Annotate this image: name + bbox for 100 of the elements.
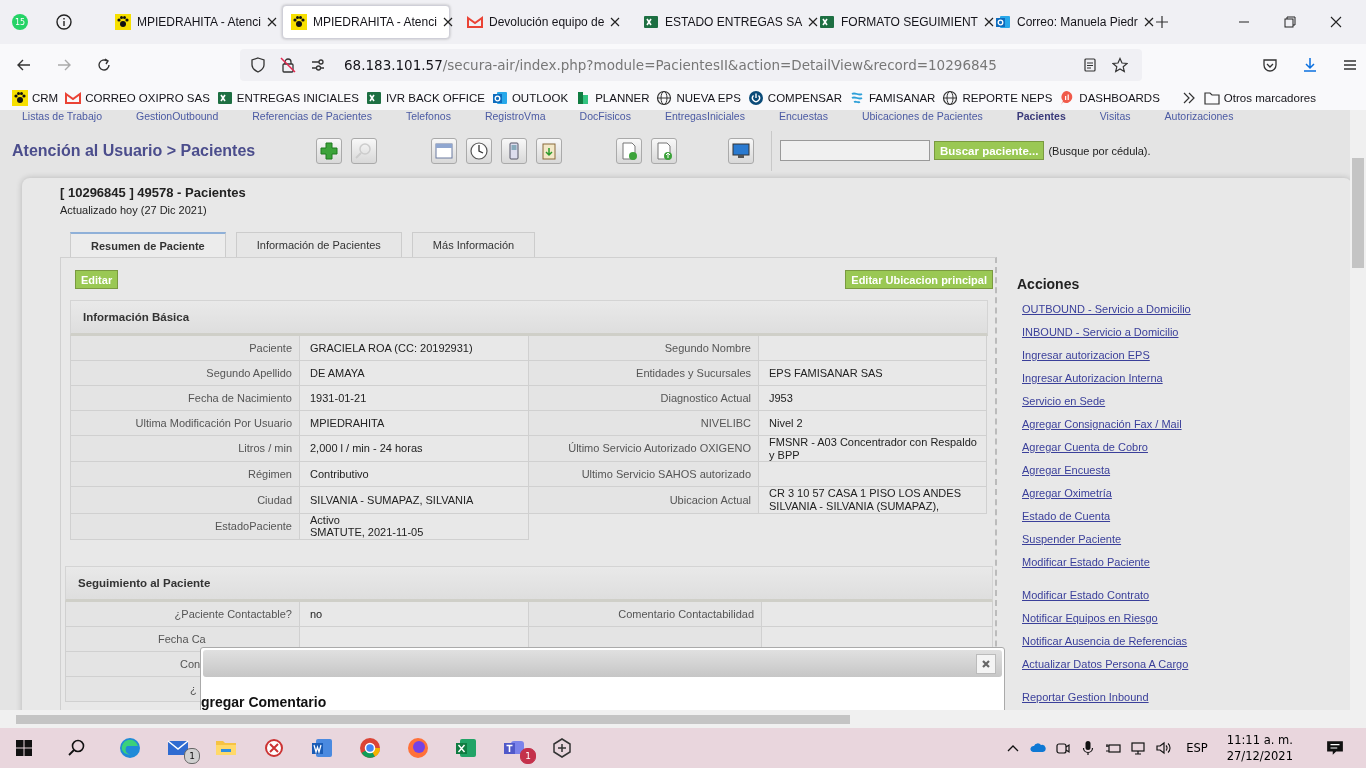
action-link[interactable]: Estado de Cuenta — [1017, 505, 1191, 528]
bookmark[interactable]: PLANNER — [575, 90, 650, 106]
new-tab-icon[interactable] — [1154, 14, 1170, 30]
monitor-button[interactable] — [728, 137, 754, 164]
shield-icon[interactable] — [250, 57, 266, 73]
camera-icon[interactable] — [1055, 740, 1072, 756]
nav-link[interactable]: DocFisicos — [557, 110, 631, 123]
close-icon[interactable] — [442, 17, 453, 27]
field-value: 2,000 l / min - 24 horas — [300, 436, 529, 463]
doc-down-button[interactable] — [616, 137, 642, 164]
close-icon[interactable] — [610, 17, 621, 27]
reader-view-icon[interactable] — [1082, 57, 1098, 73]
browser-icon[interactable] — [406, 736, 430, 760]
browser-tab[interactable]: ESTADO ENTREGAS SA — [634, 5, 802, 39]
action-link[interactable]: Actualizar Datos Persona A Cargo — [1017, 653, 1191, 676]
action-link[interactable]: Agregar Consignación Fax / Mail — [1017, 413, 1191, 436]
action-link[interactable]: Ingresar Autorizacion Interna — [1017, 367, 1191, 390]
menu-icon[interactable] — [1342, 57, 1358, 73]
start-icon[interactable] — [14, 738, 34, 758]
close-icon[interactable] — [1143, 17, 1154, 27]
field-value: CR 3 10 57 CASA 1 PISO LOS ANDES SILVANIA - SILVANIA (SUMAPAZ), — [759, 487, 987, 514]
clock[interactable]: 11:11 a. m. 27/12/2021 — [1226, 732, 1293, 764]
restore-icon[interactable] — [1282, 14, 1298, 30]
browser-icon[interactable] — [118, 736, 142, 760]
record-tab[interactable]: Más Información — [411, 232, 536, 257]
download-icon[interactable] — [1302, 57, 1318, 73]
nav-link[interactable]: Telefonos — [383, 110, 451, 123]
nav-link[interactable]: Visitas — [1077, 110, 1131, 123]
search-icon[interactable] — [67, 738, 87, 758]
horizontal-scrollbar[interactable] — [0, 710, 1366, 728]
action-link[interactable]: Agregar Oximetría — [1017, 482, 1191, 505]
address-bar[interactable]: 68.183.101.57/secura-air/index.php?module=PacientesII&action=DetailView&record=10296845 — [240, 49, 1142, 81]
bookmark[interactable]: CRM — [12, 90, 59, 106]
info-icon[interactable] — [56, 14, 72, 30]
action-link[interactable]: Modificar Estado Contrato — [1017, 584, 1191, 607]
close-icon[interactable] — [1328, 14, 1344, 30]
nav-link[interactable]: RegistroVma — [462, 110, 546, 123]
browser-icon[interactable] — [358, 736, 382, 760]
action-link[interactable]: Notificar Ausencia de Referencias — [1017, 630, 1191, 653]
action-link[interactable]: INBOUND - Servicio a Domicilio — [1017, 321, 1191, 344]
language-indicator[interactable]: ESP — [1186, 741, 1208, 755]
action-link[interactable]: Agregar Cuenta de Cobro — [1017, 436, 1191, 459]
record-tab[interactable]: Información de Pacientes — [235, 232, 402, 257]
pocket-icon[interactable] — [1262, 57, 1278, 73]
back-icon[interactable] — [16, 57, 32, 73]
bookmark[interactable]: ENTREGAS INICIALES — [216, 90, 359, 106]
bookmark-folder[interactable]: Otros marcadores — [1203, 90, 1316, 106]
action-link[interactable]: Modificar Estado Paciente — [1017, 551, 1191, 574]
action-link[interactable]: Notificar Equipos en Riesgo — [1017, 607, 1191, 630]
nav-link[interactable]: EntregasIniciales — [642, 110, 745, 123]
permissions-icon[interactable] — [310, 57, 326, 73]
close-icon[interactable] — [983, 17, 994, 27]
action-link[interactable]: Servicio en Sede — [1017, 390, 1191, 413]
star-icon[interactable] — [1112, 57, 1128, 73]
action-link[interactable]: OUTBOUND - Servicio a Domicilio — [1017, 298, 1191, 321]
nav-link[interactable]: Ubicaciones de Pacientes — [839, 110, 983, 123]
monitor-icon — [731, 140, 751, 161]
browser-tab[interactable]: FORMATO SEGUIMIENT — [810, 5, 978, 39]
close-button[interactable] — [976, 653, 996, 674]
spreadsheet-icon[interactable] — [454, 736, 478, 760]
bookmark[interactable]: DASHBOARDS — [1059, 90, 1160, 106]
reload-icon[interactable] — [96, 57, 112, 73]
bookmark[interactable]: IVR BACK OFFICE — [365, 90, 485, 106]
speaker-icon[interactable] — [1155, 740, 1172, 756]
clipboard-button[interactable] — [536, 137, 562, 164]
browser-tab[interactable]: MPIEDRAHITA - Atenci — [282, 5, 450, 39]
browser-tab[interactable]: Correo: Manuela Piedr — [986, 5, 1154, 39]
vertical-scrollbar[interactable] — [1350, 110, 1366, 710]
nav-link[interactable]: GestionOutbound — [113, 110, 219, 123]
browser-tab[interactable]: Devolución equipo de — [458, 5, 626, 39]
bookmark[interactable]: OUTLOOK — [491, 90, 569, 106]
clock-button[interactable] — [466, 137, 492, 164]
word-processor-icon[interactable] — [310, 736, 334, 760]
action-link[interactable]: Ingresar autorizacion EPS — [1017, 344, 1191, 367]
network-icon[interactable] — [1130, 740, 1147, 756]
notifications-icon[interactable] — [1326, 739, 1344, 757]
app-icon[interactable] — [550, 736, 574, 760]
app-icon[interactable] — [262, 736, 286, 760]
browser-tab[interactable]: MPIEDRAHITA - Atenci — [106, 5, 274, 39]
nav-link[interactable]: Autorizaciones — [1142, 110, 1234, 123]
nav-link[interactable]: Referencias de Pacientes — [230, 110, 372, 123]
nav-link[interactable]: Pacientes — [994, 110, 1066, 123]
action-link[interactable]: Reportar Gestion Inbound — [1017, 686, 1191, 709]
action-link[interactable]: Agregar Encuesta — [1017, 459, 1191, 482]
patient-search-field[interactable] — [780, 140, 930, 161]
record-tab[interactable]: Resumen de Paciente — [70, 232, 226, 257]
nav-link[interactable]: Listas de Trabajo — [0, 110, 102, 123]
nav-link[interactable]: Encuestas — [756, 110, 828, 123]
close-icon[interactable] — [266, 17, 277, 27]
insecure-lock-icon[interactable] — [280, 57, 296, 73]
close-icon[interactable] — [808, 17, 819, 27]
doc-up-button[interactable] — [651, 137, 677, 164]
phone-button[interactable] — [501, 137, 527, 164]
bookmark[interactable]: REPORTE NEPS — [942, 90, 1053, 106]
bookmark[interactable]: FAMISANAR — [848, 90, 936, 106]
plus-button[interactable] — [316, 137, 342, 164]
action-link[interactable]: Suspender Paciente — [1017, 528, 1191, 551]
bookmark[interactable]: CORREO OXIPRO SAS — [65, 90, 210, 106]
bookmark[interactable]: COMPENSAR — [747, 90, 842, 106]
bookmark[interactable]: NUEVA EPS — [656, 90, 741, 106]
